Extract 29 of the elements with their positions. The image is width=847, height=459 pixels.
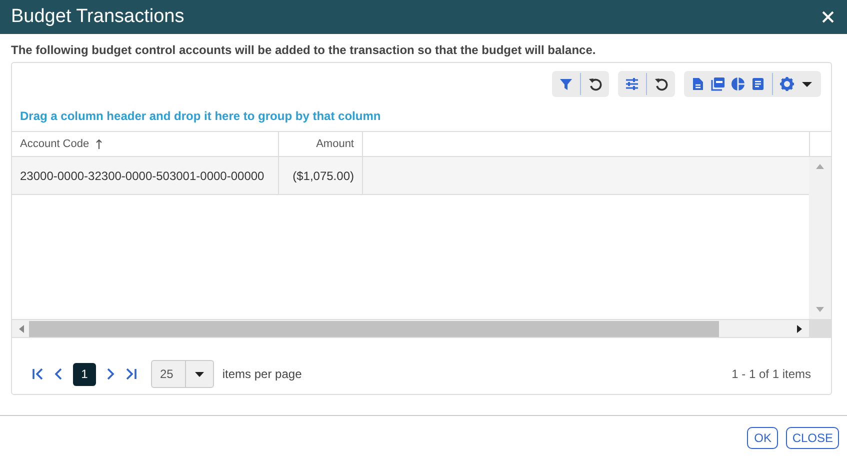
reset-icon[interactable] [588,77,602,91]
sliders-icon[interactable] [625,77,639,91]
first-page-icon[interactable] [32,368,44,380]
dialog-button[interactable]: CLOSE [786,427,839,449]
page-size-label: items per page [222,367,302,381]
scroll-left-icon[interactable] [18,324,25,334]
scroll-right-icon[interactable] [796,324,803,334]
window-title: Budget Transactions [11,6,184,28]
filter-icon[interactable] [559,77,573,91]
previous-page-icon[interactable] [54,368,63,380]
pdf-icon[interactable] [711,77,725,91]
page-size-dropdown[interactable]: 25 [151,360,214,388]
pager-summary: 1 - 1 of 1 items [732,367,811,381]
pie-chart-icon[interactable] [731,77,745,91]
info-message: The following budget control accounts will be added to the transaction so that the budget will balance. [11,43,597,57]
reset-icon[interactable] [654,77,668,91]
page-button[interactable]: 1 [73,362,96,386]
table-cell: ($1,075.00) [279,157,363,195]
gear-icon[interactable] [780,77,794,91]
next-page-icon[interactable] [106,368,115,380]
table-cell: 23000-0000-32300-0000-503001-0000-00000 [12,157,279,195]
document-icon[interactable] [691,77,705,91]
caret-icon [195,372,204,376]
last-page-icon[interactable] [125,368,137,380]
group-by-hint: Drag a column header and drop it here to group by that column [19,108,382,125]
scrollbar-thumb[interactable] [29,320,719,336]
list-icon[interactable] [751,77,765,91]
dialog-button[interactable]: OK [747,427,778,449]
close-icon[interactable] [821,10,835,24]
